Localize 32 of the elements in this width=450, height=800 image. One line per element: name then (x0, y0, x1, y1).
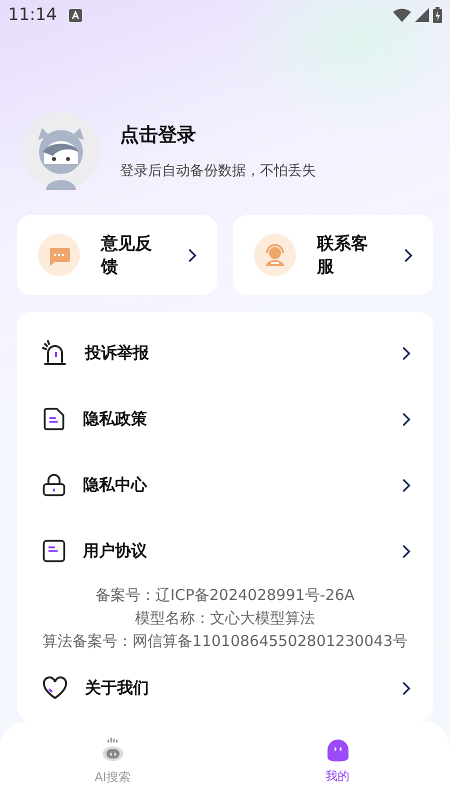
document-icon (41, 538, 67, 564)
menu-item[interactable]: 隐私政策 (17, 386, 433, 452)
chevron-right-icon (402, 346, 411, 361)
chevron-right-icon (402, 680, 411, 696)
menu-item[interactable]: 关于我们 (17, 655, 433, 722)
chevron-right-icon (188, 248, 197, 263)
chevron-right-icon (404, 248, 413, 263)
chat-bubble-icon (37, 233, 81, 278)
filing-info: 算法备案号：网信算备110108645502801230043号 (42, 632, 408, 652)
avatar-illustration[interactable] (22, 112, 100, 190)
battery-charging-icon (433, 7, 442, 24)
login-title[interactable]: 点击登录 (120, 122, 316, 148)
alarm-light-icon (41, 339, 69, 368)
support-card[interactable]: 联系客服 (233, 215, 433, 296)
keyboard-notification-icon (69, 8, 82, 22)
chevron-right-icon (402, 544, 411, 559)
chevron-right-icon (402, 478, 411, 493)
filing-info: 模型名称：文心大模型算法 (135, 609, 315, 628)
wifi-icon (393, 8, 411, 22)
status-time: 11:14 (8, 5, 57, 26)
feedback-card[interactable]: 意见反馈 (17, 215, 217, 296)
chevron-right-icon (402, 412, 411, 427)
document-icon (41, 406, 67, 432)
signal-icon (415, 8, 429, 22)
headset-agent-icon (253, 233, 297, 278)
login-subtitle: 登录后自动备份数据，不怕丢失 (120, 162, 316, 180)
menu-item[interactable]: 投诉举报 (17, 320, 433, 386)
menu-item[interactable]: 隐私中心 (17, 452, 433, 518)
menu-item[interactable]: 用户协议 (17, 518, 433, 584)
nav-tab[interactable]: 我的 (326, 768, 350, 786)
lock-icon (41, 472, 67, 498)
filing-info: 备案号：辽ICP备2024028991号-26A (95, 586, 355, 606)
